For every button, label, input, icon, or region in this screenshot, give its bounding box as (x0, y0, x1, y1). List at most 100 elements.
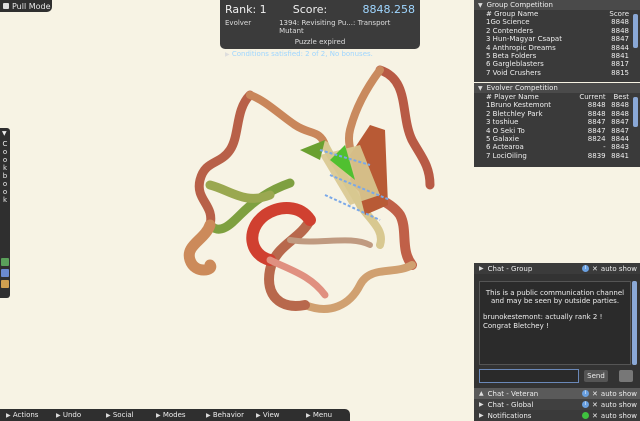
table-row[interactable]: 7 LociOiling 8839 8841 (486, 152, 629, 160)
player-name: 5 Galaxie (486, 135, 520, 144)
player-current: 8848 (587, 109, 606, 118)
chat-input[interactable] (479, 369, 579, 383)
group-competition-header[interactable]: ▼ Group Competition (474, 0, 640, 10)
puzzle-status: Puzzle expired (294, 38, 346, 46)
player-name: 7 LociOiling (486, 151, 527, 160)
table-row[interactable]: 2 Bletchley Park 8848 8848 (486, 110, 629, 118)
group-name: 6 Gargleblasters (486, 60, 544, 69)
menu-modes[interactable]: ▶ Modes (150, 411, 200, 419)
menu-label: Menu (312, 411, 333, 419)
protein-backbone[interactable] (287, 237, 373, 248)
player-current: 8824 (587, 135, 606, 144)
notifications-title: Notifications (487, 411, 532, 420)
table-row[interactable]: 3 toshiue 8847 8847 (486, 118, 629, 126)
close-icon[interactable]: ✕ (592, 265, 598, 273)
protein-backbone[interactable] (266, 256, 329, 299)
chat-group-header[interactable]: ▶ Chat - Group i ✕ auto show (474, 263, 640, 274)
expand-triangle-icon: ▶ (479, 401, 484, 408)
group-competition-panel: ▼ Group Competition # Group Name Score 1… (474, 0, 640, 82)
auto-show-label[interactable]: auto show (601, 412, 637, 420)
table-row[interactable]: 5 Beta Folders 8841 (486, 52, 629, 60)
group-scrollbar[interactable] (633, 14, 638, 48)
camera-icon[interactable] (619, 370, 633, 382)
evolver-competition-header[interactable]: ▼ Evolver Competition (474, 83, 640, 93)
table-row[interactable]: 7 Void Crushers 8815 (486, 69, 629, 77)
table-row[interactable]: 4 O Seki To 8847 8847 (486, 127, 629, 135)
table-row[interactable]: 6 Actearoa -8843 (486, 143, 629, 151)
expand-triangle-icon: ▶ (306, 412, 311, 419)
evolver-scrollbar[interactable] (633, 97, 638, 127)
group-competition-title: Group Competition (486, 1, 553, 9)
menu-menu[interactable]: ▶ Menu (300, 411, 350, 419)
collapse-triangle-icon: ▼ (478, 1, 483, 9)
chat-veteran-header[interactable]: ▲ Chat - Veteran i ✕ auto show (474, 388, 640, 399)
chat-global-header[interactable]: ▶ Chat - Global i ✕ auto show (474, 399, 640, 410)
expand-triangle-icon: ▶ (479, 265, 484, 272)
group-score: 8844 (611, 43, 629, 52)
protein-backbone[interactable] (205, 180, 275, 203)
close-icon[interactable]: ✕ (592, 401, 598, 409)
chat-notice: This is a public communication channel a… (485, 289, 625, 305)
group-name: 4 Anthropic Dreams (486, 43, 556, 52)
protein-backbone[interactable] (183, 219, 217, 276)
send-button[interactable]: Send (584, 370, 608, 382)
table-row[interactable]: 6 Gargleblasters 8817 (486, 60, 629, 68)
menu-social[interactable]: ▶ Social (100, 411, 150, 419)
auto-show-label[interactable]: auto show (601, 265, 637, 273)
menu-label: Actions (12, 411, 39, 419)
menu-actions[interactable]: ▶ Actions (0, 411, 50, 419)
auto-show-label[interactable]: auto show (601, 390, 637, 398)
status-icon (582, 412, 590, 419)
close-icon[interactable]: ✕ (592, 412, 598, 420)
cookbook-panel[interactable]: ▼ Cookbook (0, 128, 10, 298)
recipe-icon[interactable] (1, 258, 9, 266)
menu-view[interactable]: ▶ View (250, 411, 300, 419)
protein-backbone[interactable] (246, 91, 329, 149)
protein-viewport[interactable] (150, 55, 450, 330)
chat-message-user: brunokestemont (483, 313, 541, 321)
auto-show-label[interactable]: auto show (601, 401, 637, 409)
player-best: 8841 (611, 151, 629, 160)
cookbook-label: Cookbook (2, 140, 8, 204)
column-header: Best (613, 93, 629, 101)
group-name: 5 Beta Folders (486, 52, 537, 61)
collapse-triangle-icon[interactable]: ▼ (2, 130, 7, 137)
notifications-header[interactable]: ▶ Notifications ✕ auto show (474, 410, 640, 421)
pull-mode-icon (3, 3, 9, 9)
group-competition-table: # Group Name Score 1Go Science 8848 2 Con… (486, 10, 629, 77)
group-score: 8817 (611, 60, 629, 69)
table-row[interactable]: 5 Galaxie 8824 8844 (486, 135, 629, 143)
chat-scrollbar[interactable] (632, 281, 637, 365)
menu-label: Undo (62, 411, 82, 419)
menu-undo[interactable]: ▶ Undo (50, 411, 100, 419)
table-row[interactable]: 1Bruno Kestemont 8848 8848 (486, 101, 629, 109)
info-icon[interactable]: i (582, 265, 590, 272)
menu-behavior[interactable]: ▶ Behavior (200, 411, 250, 419)
evolver-competition-panel: ▼ Evolver Competition # Player Name Curr… (474, 83, 640, 167)
info-icon[interactable]: i (582, 390, 590, 397)
recipe-icon[interactable] (1, 269, 9, 277)
score-panel: Rank: 1 Score: 8848.258 Evolver 1394: Re… (220, 0, 420, 58)
info-icon[interactable]: i (582, 401, 590, 408)
group-score: 8815 (611, 68, 629, 77)
group-name: 1Go Science (486, 18, 530, 27)
player-best: 8848 (611, 101, 629, 110)
chat-panel: ▶ Chat - Group i ✕ auto show This is a p… (474, 263, 640, 421)
player-best: 8847 (611, 126, 629, 135)
table-row[interactable]: 3 Hun-Magyar Csapat 8847 (486, 35, 629, 43)
group-score: 8848 (611, 26, 629, 35)
protein-backbone[interactable] (375, 65, 435, 190)
expand-triangle-icon: ▶ (106, 412, 111, 419)
table-row[interactable]: 1Go Science 8848 (486, 18, 629, 26)
collapse-triangle-icon: ▼ (478, 84, 483, 92)
protein-backbone[interactable] (194, 90, 255, 230)
recipe-icon[interactable] (1, 280, 9, 288)
close-icon[interactable]: ✕ (592, 390, 598, 398)
player-name: 6 Actearoa (486, 143, 524, 152)
pull-mode-button[interactable]: Pull Mode (0, 0, 52, 12)
menu-label: Modes (162, 411, 186, 419)
chat-global-title: Chat - Global (487, 400, 534, 409)
table-row[interactable]: 4 Anthropic Dreams 8844 (486, 44, 629, 52)
chat-log[interactable]: This is a public communication channel a… (479, 281, 631, 365)
table-row[interactable]: 2 Contenders 8848 (486, 27, 629, 35)
